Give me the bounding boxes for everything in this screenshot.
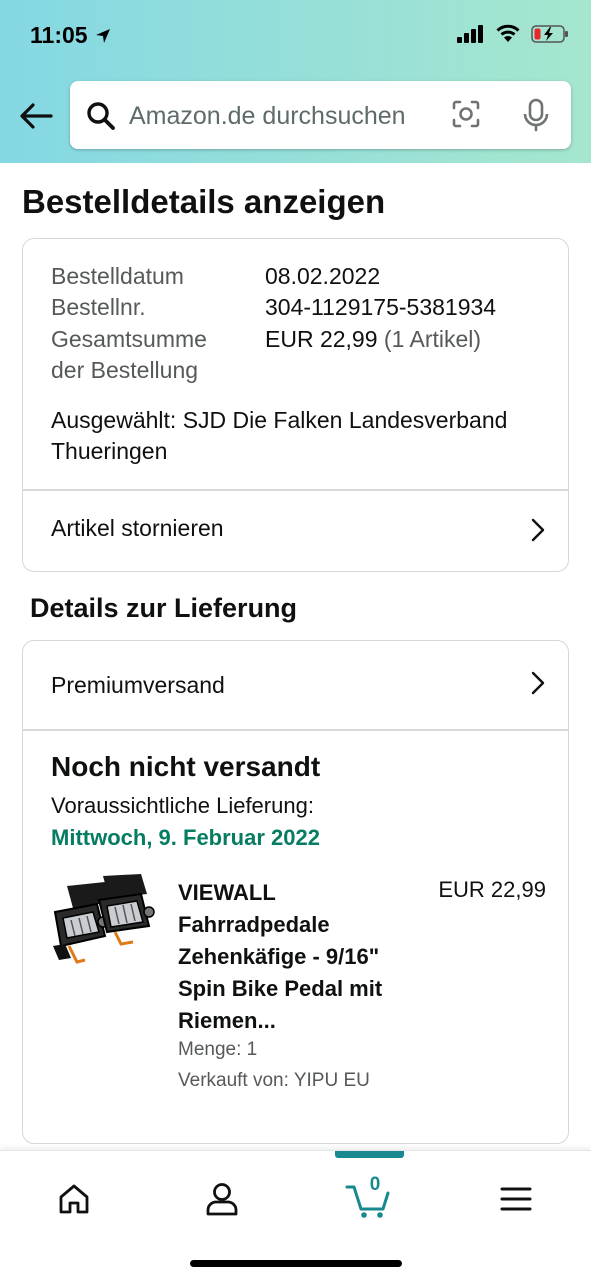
battery-charging-icon [531, 25, 568, 43]
eta-label: Voraussichtliche Lieferung: [51, 793, 314, 818]
shipping-method-link[interactable]: Premiumversand [23, 641, 568, 729]
search-bar[interactable]: Amazon.de durchsuchen [70, 81, 571, 149]
order-number-value: 304-1129175-5381934 [265, 294, 497, 320]
selected-recipient: Ausgewählt: SJD Die Falken Landesverband… [51, 407, 508, 464]
cart-active-indicator [335, 1151, 404, 1158]
product-quantity: Menge: 1 [178, 1039, 258, 1060]
back-button[interactable] [16, 96, 56, 136]
status-time-text: 11:05 [30, 22, 88, 48]
pedal-right [97, 874, 155, 946]
home-indicator [190, 1260, 402, 1267]
chevron-right-icon [531, 671, 545, 695]
chevron-right-icon [531, 518, 545, 542]
search-icon [87, 102, 115, 130]
shipping-method-label: Premiumversand [51, 672, 225, 698]
eta-date: Mittwoch, 9. Februar 2022 [51, 825, 320, 850]
status-bar-icons [457, 24, 569, 44]
product-price: EUR 22,99 [438, 877, 546, 902]
product-image[interactable] [49, 874, 157, 974]
camera-scan-icon[interactable] [451, 99, 481, 129]
delivery-card: Premiumversand Noch nicht versandt Vorau… [22, 640, 569, 1144]
cellular-signal-icon [457, 25, 483, 43]
location-arrow-icon [95, 28, 110, 43]
arrow-left-icon [20, 103, 53, 129]
order-summary-card: Bestelldatum 08.02.2022 Bestellnr. 304-1… [22, 238, 569, 572]
page-title: Bestelldetails anzeigen [22, 183, 386, 220]
app-header: 11:05 Amazon.de durchsuchen [0, 0, 591, 163]
home-icon [59, 1184, 89, 1214]
hamburger-menu-icon [500, 1187, 532, 1211]
cart-count-badge: 0 [369, 1174, 381, 1195]
divider [23, 729, 568, 731]
nav-menu[interactable] [486, 1169, 546, 1229]
search-input[interactable]: Amazon.de durchsuchen [129, 102, 406, 131]
wifi-icon [496, 24, 520, 42]
order-total-item-count: (1 Artikel) [383, 326, 482, 352]
product-seller: Verkauft von: YIPU EU [178, 1070, 370, 1091]
pedal-left [53, 882, 111, 964]
shipment-status: Noch nicht versandt [51, 751, 321, 782]
delivery-section-title: Details zur Lieferung [30, 593, 298, 623]
cancel-items-link[interactable]: Artikel stornieren [23, 490, 568, 571]
user-icon [206, 1183, 238, 1216]
order-total-label-line2: der Bestellung [51, 357, 199, 383]
order-total-value: EUR 22,99 (1 Artikel) [265, 324, 481, 355]
nav-home[interactable] [44, 1169, 104, 1229]
order-total-label-line1: Gesamtsumme [51, 326, 207, 352]
microphone-icon[interactable] [523, 98, 549, 132]
nav-account[interactable] [192, 1169, 252, 1229]
status-bar-time: 11:05 [30, 22, 112, 49]
cancel-items-label: Artikel stornieren [51, 515, 224, 541]
nav-cart[interactable]: 0 [338, 1169, 398, 1229]
order-date-label: Bestelldatum [51, 263, 184, 289]
order-number-label: Bestellnr. [51, 294, 146, 320]
order-date-value: 08.02.2022 [265, 263, 381, 289]
product-title[interactable]: VIEWALL Fahrradpedale Zehenkäfige - 9/16… [178, 877, 418, 1037]
order-total-amount: EUR 22,99 [265, 326, 378, 352]
